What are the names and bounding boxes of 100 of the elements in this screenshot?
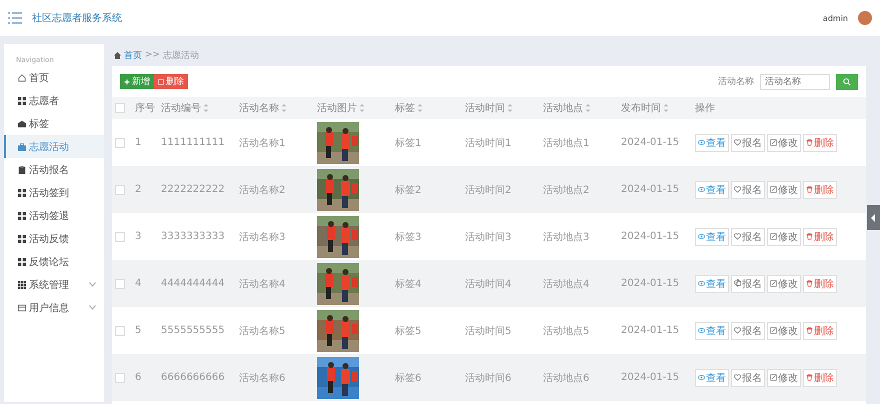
checkbox[interactable] (115, 103, 125, 113)
view-button[interactable]: 查看 (695, 228, 729, 246)
column-header[interactable]: 标签 (395, 103, 415, 114)
nav-item[interactable]: 用户信息 (4, 296, 104, 319)
nav-item[interactable]: 活动反馈 (4, 227, 104, 250)
checkbox[interactable] (115, 278, 125, 288)
view-button[interactable]: 查看 (695, 322, 729, 340)
activity-name: 活动名称4 (239, 278, 286, 290)
delete-button[interactable]: 删除 (803, 368, 837, 386)
publish-date: 2024-01-15 (621, 137, 680, 148)
delete-button[interactable]: 删除 (803, 180, 837, 198)
heart-icon (734, 327, 741, 334)
delete-button[interactable]: 删除 (803, 228, 837, 246)
delete-button[interactable]: 删除 (803, 322, 837, 340)
app-title: 社区志愿者服务系统 (32, 12, 123, 25)
search-field[interactable]: 活动名称 (760, 74, 830, 90)
activity-name: 活动名称3 (239, 232, 286, 242)
edit-button[interactable]: 修改 (767, 322, 801, 340)
edit-button[interactable]: 修改 (767, 228, 801, 246)
edit-button[interactable]: 修改 (767, 180, 801, 198)
activity-name: 活动名称1 (239, 138, 286, 148)
checkbox[interactable] (115, 138, 125, 148)
view-button[interactable]: 查看 (695, 368, 729, 386)
activity-name: 活动名称5 (239, 326, 286, 336)
activity-time: 活动时间3 (465, 232, 512, 242)
edit-icon (770, 233, 777, 240)
activity-code: 3333333333 (161, 231, 225, 242)
nav-item[interactable]: 反馈论坛 (4, 250, 104, 273)
view-button[interactable]: 查看 (695, 274, 729, 292)
edit-icon (770, 374, 777, 381)
activity-name: 活动名称2 (239, 184, 286, 196)
avatar[interactable] (858, 11, 872, 25)
grid-icon (18, 212, 26, 220)
publish-date: 2024-01-15 (621, 184, 680, 195)
view-button[interactable]: 查看 (695, 180, 729, 198)
heart-icon (734, 374, 741, 381)
activity-place: 活动地点6 (543, 372, 590, 384)
tag-text: 标签2 (395, 184, 422, 196)
trash-icon (806, 186, 813, 193)
signup-button[interactable]: 报名 (731, 134, 765, 152)
activity-place: 活动地点4 (543, 278, 590, 290)
edit-button[interactable]: 修改 (767, 274, 801, 292)
activity-time: 活动时间6 (465, 372, 512, 384)
tag-icon (18, 120, 26, 128)
card-icon (18, 304, 26, 312)
nav-item[interactable]: 志愿者 (4, 89, 104, 112)
row-number: 2 (135, 184, 142, 195)
nav-item[interactable]: 标签 (4, 112, 104, 135)
breadcrumb-link[interactable]: 首页 (124, 48, 142, 62)
activity-code: 6666666666 (161, 372, 225, 383)
checkbox[interactable] (115, 372, 125, 382)
activity-code: 1111111111 (161, 137, 225, 148)
signup-button[interactable]: 报名 (731, 228, 765, 246)
nav-item[interactable]: 活动签退 (4, 204, 104, 227)
publish-date: 2024-01-15 (621, 372, 680, 383)
signup-button[interactable]: 报名 (731, 180, 765, 198)
nav-item[interactable]: 活动报名 (4, 158, 104, 181)
user-name[interactable]: admin (822, 14, 848, 22)
delete-button[interactable]: 删除 (803, 274, 837, 292)
collapse-tab[interactable] (867, 205, 880, 230)
signup-button[interactable]: 报名 (731, 368, 765, 386)
tag-text: 标签5 (395, 326, 422, 336)
clipboard-icon (18, 166, 26, 174)
checkbox[interactable] (115, 184, 125, 194)
column-header[interactable]: 操作 (695, 103, 715, 114)
nav-item[interactable]: 系统管理 (4, 273, 104, 296)
edit-button[interactable]: 修改 (767, 134, 801, 152)
search-button[interactable] (836, 74, 858, 90)
checkbox[interactable] (115, 232, 125, 242)
eye-icon (698, 186, 705, 193)
checkbox[interactable] (115, 326, 125, 336)
activity-time: 活动时间5 (465, 326, 512, 336)
tag-text: 标签6 (395, 372, 422, 384)
activity-time: 活动时间4 (465, 278, 512, 290)
triangle-icon (871, 214, 876, 222)
search-icon (843, 78, 851, 86)
signup-button[interactable]: 报名 (731, 322, 765, 340)
square-icon (158, 78, 164, 84)
edit-icon (770, 139, 777, 146)
view-button[interactable]: 查看 (695, 134, 729, 152)
grid-icon (18, 234, 26, 242)
publish-date: 2024-01-15 (621, 231, 680, 242)
add-button[interactable]: 新增 (120, 74, 154, 89)
signup-button[interactable]: 报名 (731, 274, 765, 292)
menu-icon[interactable] (8, 12, 22, 24)
nav-item[interactable]: 活动签到 (4, 181, 104, 204)
heart-icon (734, 139, 741, 146)
delete-button[interactable]: 删除 (803, 134, 837, 152)
tag-text: 标签1 (395, 138, 422, 148)
activity-place: 活动地点5 (543, 326, 590, 336)
activity-place: 活动地点2 (543, 184, 590, 196)
edit-button[interactable]: 修改 (767, 368, 801, 386)
nav-item[interactable]: 首页 (4, 66, 104, 89)
nav-item[interactable]: 志愿活动 (4, 135, 104, 158)
delete-button[interactable]: 删除 (154, 74, 188, 89)
activity-code: 5555555555 (161, 325, 225, 336)
trash-icon (806, 233, 813, 240)
grid-icon (18, 96, 26, 104)
eye-icon (698, 374, 705, 381)
heart-icon (734, 233, 741, 240)
